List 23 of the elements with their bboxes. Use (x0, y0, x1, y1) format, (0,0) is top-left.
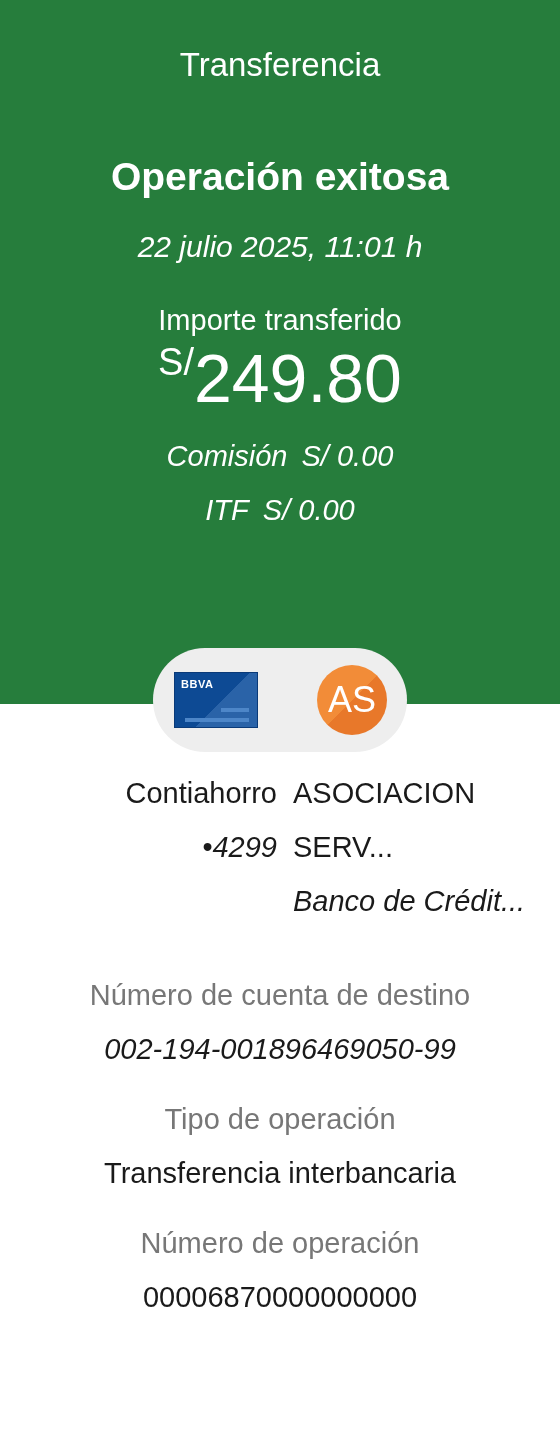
fee-label: Comisión (166, 439, 288, 474)
page-title: Transferencia (179, 45, 381, 85)
detail-value: 00006870000000000 (142, 1280, 418, 1315)
detail-label: Tipo de operación (164, 1102, 396, 1137)
date-time: 22 julio 2025, 11:01 h (137, 229, 423, 265)
account-number: •4299 (202, 830, 277, 865)
detail-label: Número de cuenta de destino (89, 978, 471, 1013)
status-heading: Operación exitosa (110, 154, 450, 200)
recipient-name: ASOCIACION (293, 776, 477, 811)
account-type: Contiahorro (125, 776, 277, 811)
detail-label: Número de operación (140, 1226, 420, 1261)
fee-value: S/ 0.00 (301, 439, 394, 474)
detail-value: Transferencia interbancaria (104, 1156, 456, 1191)
initials-avatar: AS (317, 665, 387, 735)
currency-symbol: S/ (158, 342, 194, 382)
fee-label: ITF (205, 493, 249, 528)
fee-value: S/ 0.00 (262, 493, 355, 528)
detail-value: 002-194-001896469050-99 (104, 1032, 456, 1067)
amount-value: 249.80 (193, 340, 402, 416)
card-logo: BBVA (181, 678, 214, 690)
amount-label: Importe transferido (158, 303, 402, 338)
recipient-name: SERV... (293, 830, 394, 865)
recipient-bank: Banco de Crédit... (293, 884, 527, 919)
